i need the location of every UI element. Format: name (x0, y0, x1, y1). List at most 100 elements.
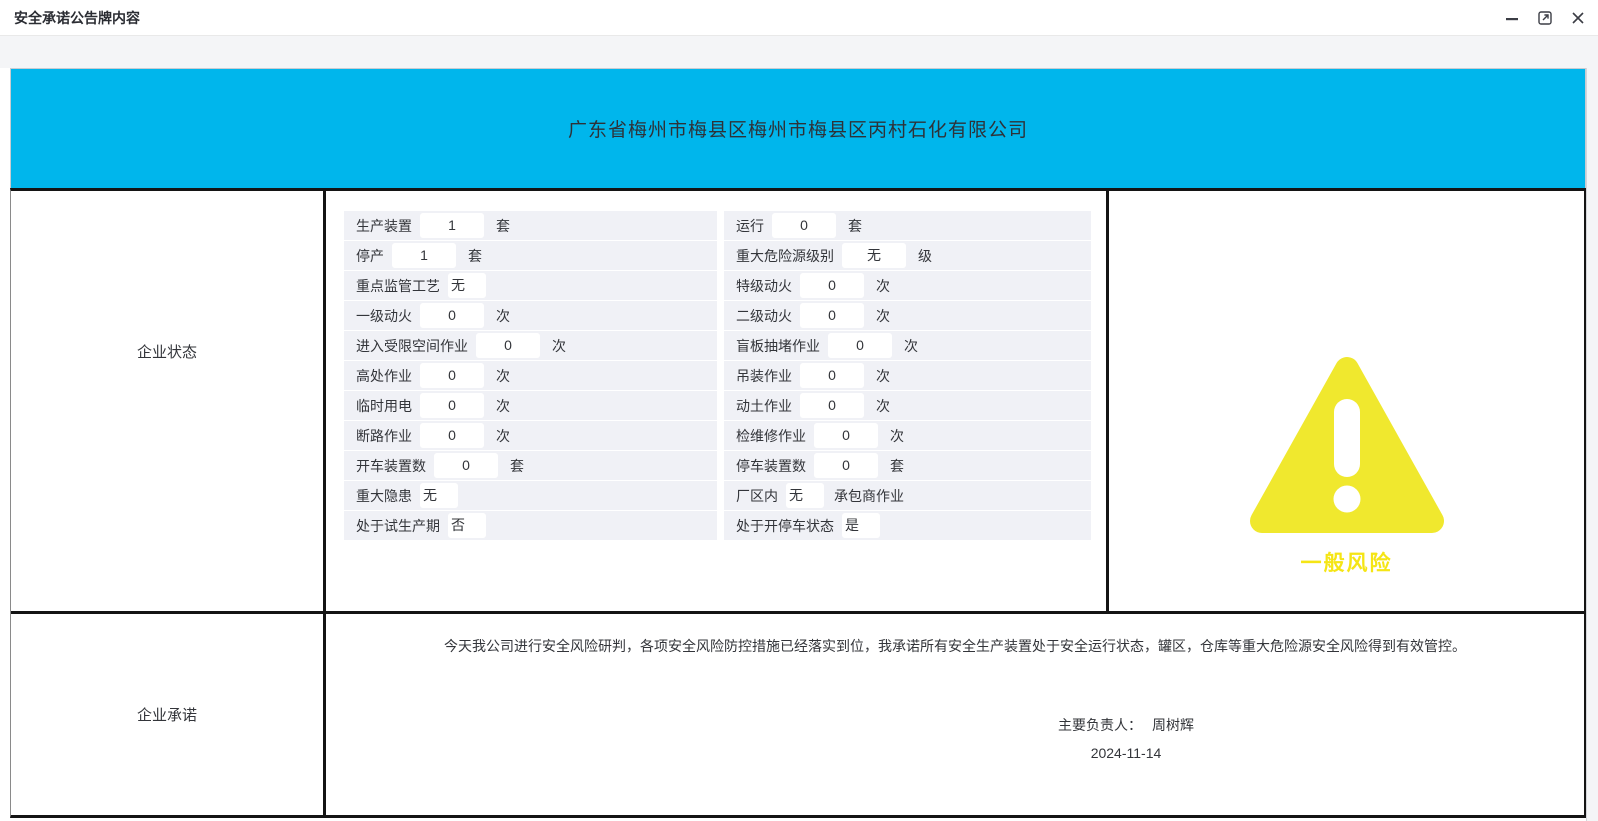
bulletin-table: 企业状态 生产装置1套停产1套重点监管工艺无一级动火0次进入受限空间作业0次高处… (10, 188, 1586, 818)
field-unit-major-hazard-source-level: 级 (918, 246, 932, 266)
status-field-row: 临时用电 0次 (344, 391, 717, 420)
field-unit-special-hot-work: 次 (876, 276, 890, 296)
status-field-row: 开车装置数 0套 (344, 451, 717, 480)
responsible-person-name: 周树辉 (1152, 717, 1194, 733)
status-field-row: 重点监管工艺无 (344, 271, 717, 300)
status-field-row: 吊装作业 0次 (724, 361, 1091, 390)
field-unit-shutdown-units: 套 (468, 246, 482, 266)
status-form: 生产装置1套停产1套重点监管工艺无一级动火0次进入受限空间作业0次高处作业0次临… (344, 211, 1106, 541)
close-icon (1570, 10, 1586, 26)
field-input-level1-hot-work[interactable]: 0 (420, 303, 484, 328)
window-titlebar: 安全承诺公告牌内容 (0, 0, 1598, 35)
status-section-cell: 企业状态 (11, 191, 326, 611)
status-form-left-column: 生产装置1套停产1套重点监管工艺无一级动火0次进入受限空间作业0次高处作业0次临… (344, 211, 717, 541)
status-field-row: 厂区内无承包商作业 (724, 481, 1091, 510)
field-input-parking-device-count[interactable]: 0 (814, 453, 878, 478)
status-field-row: 运行 0套 (724, 211, 1091, 240)
right-gutter (1586, 68, 1598, 821)
maximize-button[interactable] (1533, 6, 1557, 30)
field-unit-temporary-electricity: 次 (496, 396, 510, 416)
commitment-section-label: 企业承诺 (137, 704, 197, 725)
minimize-button[interactable] (1500, 6, 1524, 30)
field-input-blind-plate-plugging[interactable]: 0 (828, 333, 892, 358)
field-input-road-breaking-work[interactable]: 0 (420, 423, 484, 448)
field-input-running-units[interactable]: 0 (772, 213, 836, 238)
field-input-startup-shutdown-state[interactable]: 是 (842, 513, 880, 538)
field-label-startup-device-count: 开车装置数 (356, 456, 426, 476)
status-field-row: 一级动火0次 (344, 301, 717, 330)
field-unit-blind-plate-plugging: 次 (904, 336, 918, 356)
field-input-temporary-electricity[interactable]: 0 (420, 393, 484, 418)
field-input-startup-device-count[interactable]: 0 (434, 453, 498, 478)
field-unit-maintenance-work: 次 (890, 426, 904, 446)
status-section-label: 企业状态 (137, 341, 197, 611)
field-label-production-units: 生产装置 (356, 216, 412, 236)
risk-indicator: 一般风险 (1249, 353, 1445, 577)
field-label-startup-shutdown-state: 处于开停车状态 (736, 516, 834, 536)
field-label-contractor-in-plant: 厂区内 (736, 486, 778, 506)
field-input-lifting-work[interactable]: 0 (800, 363, 864, 388)
commitment-section-cell: 企业承诺 (11, 614, 326, 815)
status-row: 企业状态 生产装置1套停产1套重点监管工艺无一级动火0次进入受限空间作业0次高处… (11, 191, 1584, 611)
field-label-road-breaking-work: 断路作业 (356, 426, 412, 446)
risk-level-label: 一般风险 (1301, 547, 1393, 577)
field-unit-work-at-height: 次 (496, 366, 510, 386)
field-unit-road-breaking-work: 次 (496, 426, 510, 446)
commitment-date: 2024-11-14 (996, 742, 1256, 764)
warning-triangle-icon (1249, 353, 1445, 535)
field-label-parking-device-count: 停车装置数 (736, 456, 806, 476)
field-input-confined-space-entry[interactable]: 0 (476, 333, 540, 358)
field-input-shutdown-units[interactable]: 1 (392, 243, 456, 268)
field-unit-production-units: 套 (496, 216, 510, 236)
field-unit-running-units: 套 (848, 216, 862, 236)
field-label-work-at-height: 高处作业 (356, 366, 412, 386)
field-label-level1-hot-work: 一级动火 (356, 306, 412, 326)
field-input-contractor-in-plant[interactable]: 无 (786, 483, 824, 508)
status-field-row: 特级动火 0次 (724, 271, 1091, 300)
status-field-row: 重大隐患无 (344, 481, 717, 510)
maximize-icon (1537, 10, 1553, 26)
minimize-icon (1504, 10, 1520, 26)
bulletin-board: 广东省梅州市梅县区梅州市梅县区丙村石化有限公司 企业状态 生产装置1套停产1套重… (10, 68, 1586, 818)
responsible-person-label: 主要负责人： (1058, 717, 1142, 733)
field-input-level2-hot-work[interactable]: 0 (800, 303, 864, 328)
field-input-trial-production-period[interactable]: 否 (448, 513, 486, 538)
field-label-maintenance-work: 检维修作业 (736, 426, 806, 446)
field-unit-startup-device-count: 套 (510, 456, 524, 476)
field-label-running-units: 运行 (736, 216, 764, 236)
field-input-key-regulated-process[interactable]: 无 (448, 273, 486, 298)
field-label-shutdown-units: 停产 (356, 246, 384, 266)
status-field-row: 盲板抽堵作业0次 (724, 331, 1091, 360)
window-controls (1500, 6, 1598, 30)
field-input-major-hazard-source-level[interactable]: 无 (842, 243, 906, 268)
field-unit-earthwork: 次 (876, 396, 890, 416)
field-input-special-hot-work[interactable]: 0 (800, 273, 864, 298)
field-unit-level2-hot-work: 次 (876, 306, 890, 326)
status-field-row: 断路作业 0次 (344, 421, 717, 450)
field-label-major-hazard-source-level: 重大危险源级别 (736, 246, 834, 266)
field-label-confined-space-entry: 进入受限空间作业 (356, 336, 468, 356)
field-label-special-hot-work: 特级动火 (736, 276, 792, 296)
field-label-trial-production-period: 处于试生产期 (356, 516, 440, 536)
field-input-major-hidden-danger[interactable]: 无 (420, 483, 458, 508)
field-input-production-units[interactable]: 1 (420, 213, 484, 238)
company-name: 广东省梅州市梅县区梅州市梅县区丙村石化有限公司 (568, 115, 1028, 142)
status-field-row: 动土作业0次 (724, 391, 1091, 420)
status-field-row: 进入受限空间作业0次 (344, 331, 717, 360)
status-field-row: 停车装置数 0套 (724, 451, 1091, 480)
status-form-cell: 生产装置1套停产1套重点监管工艺无一级动火0次进入受限空间作业0次高处作业0次临… (326, 191, 1109, 611)
field-unit-parking-device-count: 套 (890, 456, 904, 476)
field-input-earthwork[interactable]: 0 (800, 393, 864, 418)
toolbar-strip (0, 35, 1598, 68)
field-suffix-contractor-in-plant: 承包商作业 (834, 486, 904, 506)
field-input-work-at-height[interactable]: 0 (420, 363, 484, 388)
status-field-row: 二级动火0次 (724, 301, 1091, 330)
field-input-maintenance-work[interactable]: 0 (814, 423, 878, 448)
field-label-temporary-electricity: 临时用电 (356, 396, 412, 416)
field-unit-lifting-work: 次 (876, 366, 890, 386)
company-header-banner: 广东省梅州市梅县区梅州市梅县区丙村石化有限公司 (10, 68, 1586, 188)
status-field-row: 检维修作业 0次 (724, 421, 1091, 450)
status-field-row: 重大危险源级别无级 (724, 241, 1091, 270)
field-label-lifting-work: 吊装作业 (736, 366, 792, 386)
close-button[interactable] (1566, 6, 1590, 30)
